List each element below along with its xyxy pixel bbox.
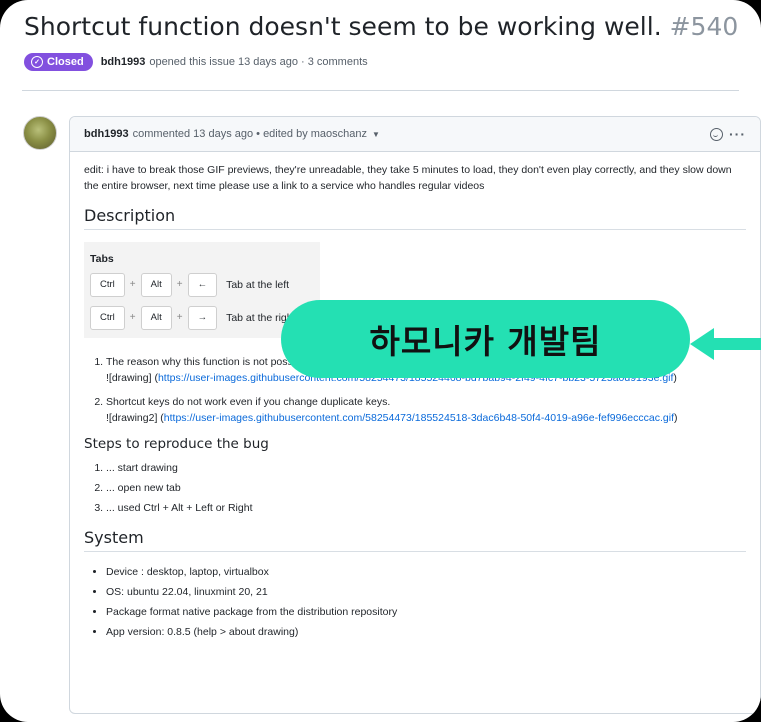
- edit-history-dropdown-icon[interactable]: ▼: [372, 130, 380, 139]
- key-alt: Alt: [140, 273, 172, 297]
- edit-note: edit: i have to break those GIF previews…: [84, 164, 732, 192]
- issue-title-text: Shortcut function doesn't seem to be wor…: [24, 12, 662, 41]
- issue-meta: ✓ Closed bdh1993 opened this issue 13 da…: [24, 53, 368, 71]
- list-item-text: Shortcut keys do not work even if you ch…: [106, 396, 391, 408]
- arrow-icon: [690, 328, 761, 360]
- avatar[interactable]: [23, 116, 57, 150]
- issue-title: Shortcut function doesn't seem to be wor…: [24, 12, 738, 41]
- list-item: Device : desktop, laptop, virtualbox: [106, 564, 746, 580]
- list-item: Shortcut keys do not work even if you ch…: [106, 394, 746, 426]
- comment-box: bdh1993 commented 13 days ago • edited b…: [69, 116, 761, 714]
- key-ctrl: Ctrl: [90, 306, 125, 330]
- team-label-overlay: 하모니카 개발팀: [281, 300, 690, 378]
- list-item: App version: 0.8.5 (help > about drawing…: [106, 624, 746, 640]
- system-heading: System: [84, 530, 746, 552]
- list-item: ... open new tab: [106, 480, 746, 496]
- divider: [22, 90, 739, 91]
- image-ref: ![drawing]: [106, 372, 152, 384]
- steps-list: ... start drawing ... open new tab ... u…: [84, 460, 746, 516]
- issue-number: #540: [669, 12, 739, 41]
- key-right-arrow: →: [187, 306, 218, 330]
- description-heading: Description: [84, 208, 746, 230]
- closed-icon: ✓: [31, 56, 43, 68]
- status-label: Closed: [47, 56, 84, 68]
- comment-header: bdh1993 commented 13 days ago • edited b…: [70, 117, 760, 152]
- list-item: Package format native package from the d…: [106, 604, 746, 620]
- key-left-arrow: ←: [187, 273, 218, 297]
- list-item: ... start drawing: [106, 460, 746, 476]
- comment-body: edit: i have to break those GIF previews…: [70, 152, 760, 658]
- image-ref: ![drawing2]: [106, 412, 158, 424]
- add-reaction-icon[interactable]: [710, 127, 723, 141]
- more-options-icon[interactable]: ···: [729, 126, 746, 142]
- list-item-text: The reason why this function is not poss…: [106, 356, 310, 368]
- issue-page: Shortcut function doesn't seem to be wor…: [0, 0, 761, 722]
- issue-author-link[interactable]: bdh1993: [101, 56, 146, 68]
- system-list: Device : desktop, laptop, virtualbox OS:…: [84, 564, 746, 640]
- list-item: OS: ubuntu 22.04, linuxmint 20, 21: [106, 584, 746, 600]
- list-item: ... used Ctrl + Alt + Left or Right: [106, 500, 746, 516]
- comment-author-link[interactable]: bdh1993: [84, 128, 129, 140]
- issue-meta-text: opened this issue 13 days ago · 3 commen…: [149, 56, 368, 68]
- shortcut-label: Tab at the left: [226, 279, 290, 291]
- status-badge: ✓ Closed: [24, 53, 93, 71]
- tabs-image-title: Tabs: [90, 253, 114, 265]
- shortcut-row: Ctrl + Alt + ← Tab at the left: [90, 273, 314, 297]
- steps-heading: Steps to reproduce the bug: [84, 436, 269, 452]
- key-ctrl: Ctrl: [90, 273, 125, 297]
- key-alt: Alt: [140, 306, 172, 330]
- comment-header-text: commented 13 days ago • edited by maosch…: [132, 128, 368, 140]
- gif-link[interactable]: https://user-images.githubusercontent.co…: [164, 412, 674, 424]
- shortcut-row: Ctrl + Alt + → Tab at the right: [90, 306, 314, 330]
